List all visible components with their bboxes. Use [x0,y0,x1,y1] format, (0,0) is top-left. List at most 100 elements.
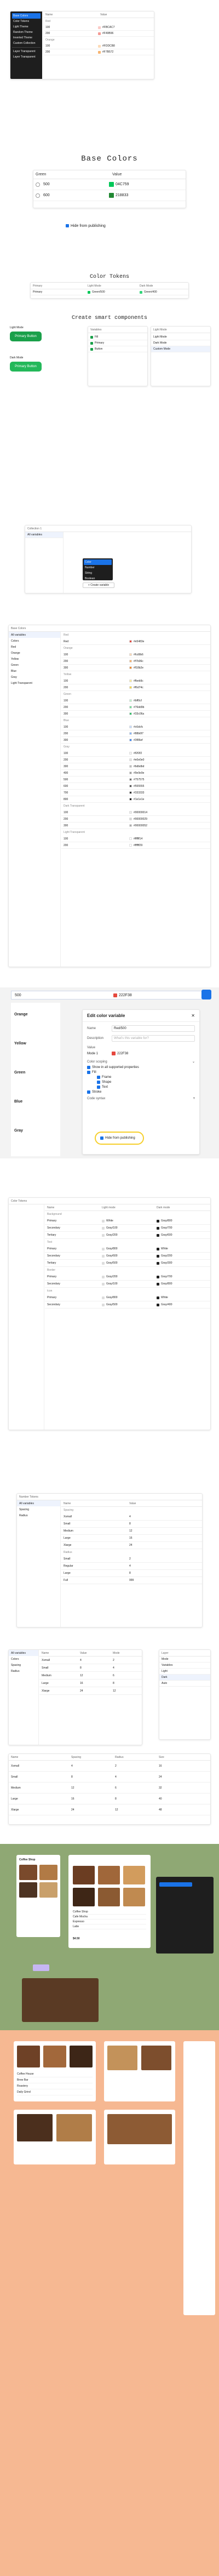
description-field[interactable]: What's this variable for? [112,1035,195,1042]
variable-option[interactable]: Button [88,346,147,352]
token-row[interactable]: Primary White Gray/800 [45,1218,210,1225]
hide-from-publishing-option[interactable]: Hide from publishing [66,222,153,229]
variable-row[interactable]: 200 #F49B96 [43,31,154,37]
group-label[interactable]: Yellow [11,1039,60,1048]
shop-list-item[interactable]: Roastery [17,2083,93,2089]
checkbox-checked-icon[interactable] [87,1090,90,1094]
menu-item[interactable]: Random Theme [12,30,41,35]
number-row[interactable]: Large 8 [61,1570,202,1577]
token-row[interactable]: Secondary Gray/100 Gray/800 [45,1281,210,1288]
layer-row[interactable]: Large 16 8 [39,1680,142,1687]
number-row[interactable]: Regular 4 [61,1563,202,1570]
checkbox-checked-icon[interactable] [97,1076,100,1079]
token-row[interactable]: Primary Green/500 Green/400 [31,289,188,295]
table-row[interactable]: Xsmall 4 2 16 [9,1761,210,1772]
token-row[interactable]: Secondary Gray/600 Gray/200 [45,1253,210,1260]
sidebar-item[interactable]: Radius [9,1668,38,1674]
scoping-option[interactable]: Frame [97,1076,195,1079]
layer-row[interactable]: Xsmall 4 2 [39,1657,142,1664]
variable-row[interactable]: Red #e5483e [61,638,210,645]
primary-button-light[interactable]: Primary Button [10,332,42,341]
token-row[interactable]: Tertiary Gray/200 Gray/600 [45,1232,210,1239]
sidebar-item[interactable]: Yellow [9,656,60,662]
variable-row[interactable]: 200 #00000029 [61,816,210,823]
sidebar-item[interactable]: Gray [9,674,60,680]
scoping-option[interactable]: Fill [87,1071,195,1074]
variable-row[interactable]: 300 #bdbdbd [61,763,210,770]
variable-row[interactable]: 200 #e0e0e0 [61,757,210,763]
color-row[interactable]: 500 04C759 [33,179,186,190]
number-row[interactable]: Full 999 [61,1577,202,1584]
table-row[interactable]: Xlarge 24 12 48 [9,1804,210,1815]
variable-row[interactable]: 300 #00000052 [61,823,210,829]
create-variable-button[interactable]: + Create variable [83,582,114,588]
scoping-option[interactable]: Stroke [87,1090,195,1094]
sidebar-item[interactable]: Spacing [9,1662,38,1668]
color-row[interactable]: 600 218833 [33,190,186,201]
menu-item[interactable]: Color Tokens [12,19,41,24]
layer-property-item[interactable]: Light [159,1669,210,1675]
menu-list-item[interactable]: Latte [73,1924,146,1929]
variable-row[interactable]: 300 #33c06a [61,711,210,717]
group-label[interactable]: Orange [11,1010,60,1019]
variable-row[interactable]: 600 #555555 [61,783,210,790]
checkbox-checked-icon[interactable] [97,1086,100,1089]
sticky-note[interactable] [33,1964,49,1971]
variable-row[interactable]: 100 #FDDCB8 [43,43,154,49]
token-row[interactable]: Primary Gray/200 Gray/700 [45,1273,210,1281]
variable-type-option[interactable]: Number [84,565,112,570]
variable-row[interactable]: 100 #bff0cf [61,698,210,704]
variable-row[interactable]: 100 #c6dcfc [61,724,210,730]
menu-footer-item[interactable]: Layer Transparent [12,49,41,54]
top-right-blue-button[interactable] [201,990,211,999]
scoping-option[interactable]: Shape [97,1081,195,1084]
variable-row[interactable]: 800 #1e1e1e [61,796,210,803]
sidebar-item[interactable]: Orange [9,650,60,656]
checkbox-checked-icon[interactable] [97,1081,100,1084]
hide-from-publishing-highlight[interactable]: Hide from publishing [95,1132,144,1145]
variable-option[interactable]: Fill [88,334,147,340]
menu-item[interactable]: Light Theme [12,24,41,30]
shop-list-item[interactable]: Brew Bar [17,2077,93,2083]
menu-list-item[interactable]: Coffee Shop [73,1910,146,1915]
variable-row[interactable]: 200 #88b6f7 [61,730,210,737]
variable-row[interactable]: 300 #f18b2e [61,665,210,671]
variable-row[interactable]: 200 #f7b06c [61,658,210,665]
chevron-down-icon[interactable]: ⌄ [192,1060,195,1064]
layer-property-item[interactable]: Dark [159,1675,210,1681]
variable-row[interactable]: 100 #fcd9b6 [61,652,210,658]
token-row[interactable]: Tertiary Gray/500 Gray/300 [45,1260,210,1267]
sidebar-item[interactable]: Colors [9,638,60,644]
number-row[interactable]: Large 16 [61,1535,202,1542]
variable-row[interactable]: 100 #ffffff14 [61,836,210,842]
add-icon[interactable]: + [193,1097,195,1100]
checkbox-checked-icon[interactable] [87,1066,90,1069]
layer-row[interactable]: Xlarge 24 12 [39,1687,142,1695]
sidebar-item[interactable]: Radius [17,1512,60,1518]
variable-row[interactable]: 200 #F7B572 [43,49,154,55]
mode-color-value[interactable]: 222F38 [117,1052,128,1055]
number-row[interactable]: Small 2 [61,1556,202,1563]
variable-type-option[interactable]: Color [84,559,112,565]
number-row[interactable]: Small 8 [61,1521,202,1528]
variable-row[interactable]: 300 #3f86ef [61,737,210,744]
menu-list-item[interactable]: Espresso [73,1920,146,1924]
table-row[interactable]: Small 8 4 24 [9,1772,210,1783]
checkbox-checked-icon[interactable] [87,1071,90,1074]
token-row[interactable]: Primary Gray/800 White [45,1246,210,1253]
variable-type-option[interactable]: String [84,570,112,576]
blue-selected-item[interactable] [159,1882,192,1887]
variable-row[interactable]: 100 #f2f2f2 [61,750,210,757]
sidebar-item-all-variables[interactable]: All variables [25,532,63,538]
variable-row[interactable]: 100 #FBCAC7 [43,25,154,31]
shop-list-item[interactable]: Daily Grind [17,2089,93,2095]
layer-property-item[interactable]: Variables [159,1663,210,1669]
sidebar-item[interactable]: All variables [9,632,60,638]
variable-row[interactable]: 200 #f6d74c [61,684,210,691]
variable-row[interactable]: 200 #76dd9b [61,704,210,711]
table-row[interactable]: Large 16 8 40 [9,1794,210,1804]
variable-row[interactable]: 700 #333333 [61,790,210,796]
shop-list-item[interactable]: Coffee House [17,2071,93,2077]
sidebar-item[interactable]: Spacing [17,1506,60,1512]
sidebar-item[interactable]: Red [9,644,60,650]
